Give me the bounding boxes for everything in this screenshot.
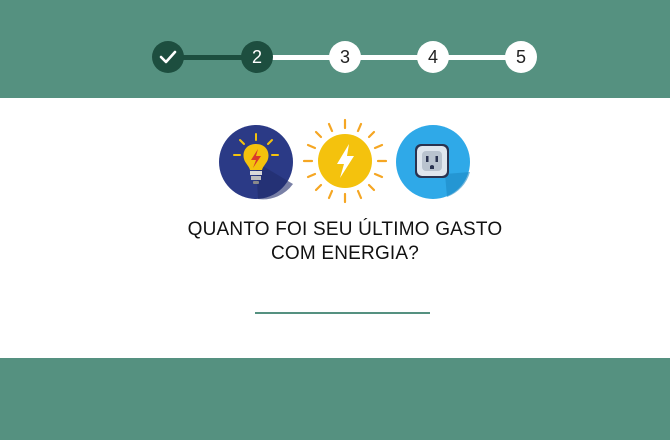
step-4-label: 4: [427, 46, 438, 67]
step-2-current[interactable]: 2: [241, 41, 273, 73]
step-5-label: 5: [515, 46, 526, 67]
question-line-1: QUANTO FOI SEU ÚLTIMO GASTO: [187, 219, 503, 240]
progress-stepper: 2 3 4 5: [0, 0, 670, 98]
step-4[interactable]: 4: [417, 41, 449, 73]
step-3[interactable]: 3: [329, 41, 361, 73]
step-5[interactable]: 5: [505, 41, 537, 73]
lightbulb-icon: [218, 124, 294, 205]
energy-cost-input[interactable]: [255, 290, 430, 314]
step-1-completed[interactable]: [152, 41, 184, 73]
power-outlet-icon: [395, 124, 471, 205]
energy-icons: [0, 118, 670, 205]
checkmark-icon: [159, 50, 177, 64]
step-3-label: 3: [339, 46, 350, 67]
step-2-label: 2: [251, 46, 262, 67]
footer-band: [0, 358, 670, 440]
question-text: QUANTO FOI SEU ÚLTIMO GASTO COM ENERGIA?: [0, 218, 670, 266]
question-line-2: COM ENERGIA?: [270, 243, 420, 264]
sun-bolt-icon: [302, 118, 388, 209]
